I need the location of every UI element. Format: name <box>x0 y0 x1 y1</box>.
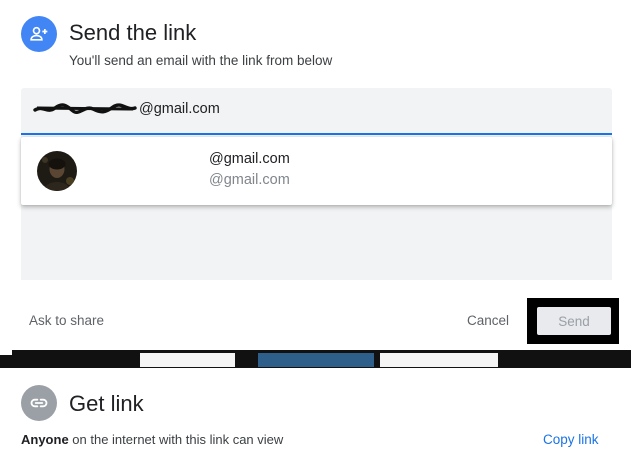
email-input-value: @gmail.com <box>139 101 220 117</box>
ask-to-share-button[interactable]: Ask to share <box>29 313 104 328</box>
background-document-strip <box>0 350 631 368</box>
contact-secondary-email: @gmail.com <box>209 172 290 188</box>
link-audience-detail: on the internet with this link can view <box>68 432 284 447</box>
cancel-button[interactable]: Cancel <box>467 313 509 328</box>
send-link-title: Send the link <box>69 20 197 45</box>
get-link-title: Get link <box>69 391 144 416</box>
contact-avatar <box>37 151 77 191</box>
redacted-text <box>33 103 137 114</box>
send-button[interactable]: Send <box>537 307 611 335</box>
contact-suggestion[interactable]: @gmail.com @gmail.com <box>21 137 612 205</box>
contact-primary-email: @gmail.com <box>209 151 290 167</box>
person-add-icon <box>21 16 57 52</box>
get-link-card: Get link Anyone on the internet with thi… <box>0 368 631 466</box>
email-input[interactable]: @gmail.com <box>21 88 612 135</box>
link-icon <box>21 385 57 421</box>
link-access-description: Anyone on the internet with this link ca… <box>21 432 283 447</box>
send-link-dialog: Send the link You'll send an email with … <box>0 0 631 350</box>
send-link-subtitle: You'll send an email with the link from … <box>69 53 333 68</box>
copy-link-button[interactable]: Copy link <box>543 432 599 447</box>
link-audience: Anyone <box>21 432 69 447</box>
